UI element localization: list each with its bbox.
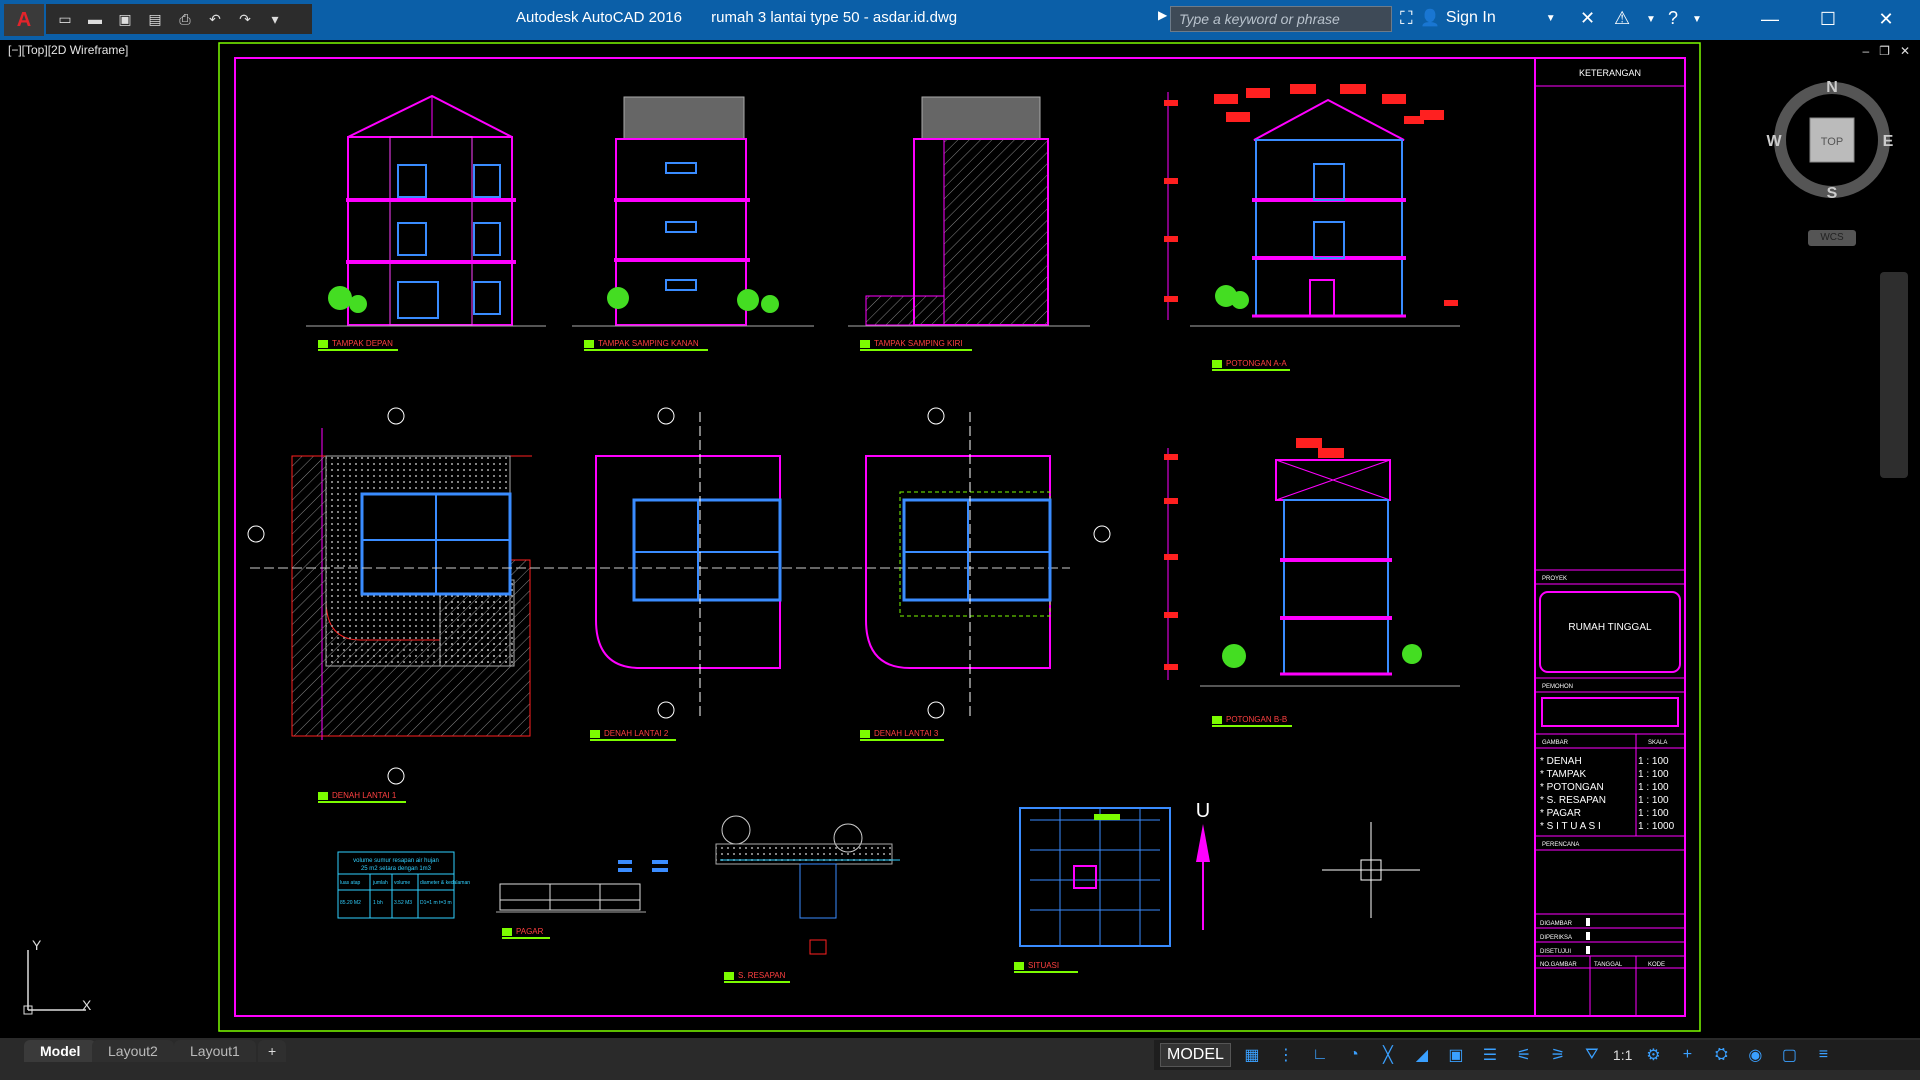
volume-table: volume sumur resapan air hujan 25 m2 set… bbox=[337, 851, 470, 919]
annotation-visibility-icon[interactable]: ⚟ bbox=[1511, 1045, 1537, 1065]
isolate-icon[interactable]: ⛭ bbox=[1708, 1046, 1734, 1064]
north-arrow: U bbox=[1196, 800, 1210, 930]
polar-icon[interactable]: ◔ bbox=[1341, 1046, 1367, 1064]
auto-scale-icon[interactable]: ⚞ bbox=[1545, 1045, 1571, 1065]
label-section-b: POTONGAN B-B bbox=[1226, 715, 1287, 724]
tab-layout1[interactable]: Layout1 bbox=[174, 1040, 256, 1062]
view-section-a: POTONGAN A-A bbox=[1164, 84, 1460, 371]
object-snap-tracking-icon[interactable]: ◢ bbox=[1409, 1045, 1435, 1065]
plus-icon[interactable]: + bbox=[1674, 1046, 1700, 1064]
tb-item-potongan: * POTONGAN bbox=[1540, 782, 1604, 793]
viewcube[interactable]: TOP N S E W bbox=[1762, 78, 1902, 218]
label-site: SITUASI bbox=[1028, 961, 1059, 970]
ucs-y-label: Y bbox=[32, 938, 42, 953]
view-floor-plan-2: DENAH LANTAI 2 bbox=[590, 407, 782, 741]
volume-header-1: luas atap bbox=[340, 880, 361, 886]
view-floor-plan-3: DENAH LANTAI 3 bbox=[860, 407, 1111, 741]
label-infiltration: S. RESAPAN bbox=[738, 971, 786, 980]
status-bar: MODEL ▦ ⋮ ∟ ◔ ╳ ◢ ▣ ☰ ⚟ ⚞ ⛛ 1:1 ⚙ + ⛭ ◉ … bbox=[1154, 1040, 1920, 1070]
compass-n[interactable]: N bbox=[1826, 79, 1838, 96]
ucs-x-label: X bbox=[82, 997, 92, 1013]
tb-item-resapan: * S. RESAPAN bbox=[1540, 795, 1606, 806]
view-left-elevation: TAMPAK SAMPING KIRI bbox=[848, 96, 1090, 351]
view-floor-plan-1: DENAH LANTAI 1 bbox=[247, 407, 1070, 803]
tb-item-pagar: * PAGAR bbox=[1540, 808, 1581, 819]
label-front: TAMPAK DEPAN bbox=[332, 339, 393, 348]
navigation-bar[interactable] bbox=[1880, 272, 1908, 478]
label-section-a: POTONGAN A-A bbox=[1226, 359, 1287, 368]
tb-digambar: DIGAMBAR bbox=[1540, 921, 1573, 927]
volume-cell-1: 85.20 M2 bbox=[340, 900, 361, 906]
compass-w[interactable]: W bbox=[1766, 133, 1782, 150]
tb-skala: SKALA bbox=[1648, 740, 1667, 746]
volume-header-2: jumlah bbox=[372, 880, 388, 886]
compass-e[interactable]: E bbox=[1883, 133, 1894, 150]
tb-kode: KODE bbox=[1648, 962, 1665, 968]
tb-scale-situasi: 1 : 1000 bbox=[1638, 821, 1675, 832]
view-right-elevation: TAMPAK SAMPING KANAN bbox=[572, 96, 814, 351]
tb-gambar: GAMBAR bbox=[1542, 740, 1569, 746]
tb-project-name: RUMAH TINGGAL bbox=[1568, 622, 1652, 633]
drawing-canvas[interactable]: TAMPAK DEPAN TAMPAK SAMPING KANAN TAMPAK… bbox=[0, 0, 1920, 1080]
tb-proyek: PROYEK bbox=[1542, 576, 1567, 582]
label-plan-2: DENAH LANTAI 2 bbox=[604, 729, 669, 738]
label-left: TAMPAK SAMPING KIRI bbox=[874, 339, 963, 348]
tb-scale-denah: 1 : 100 bbox=[1638, 756, 1669, 767]
label-fence: PAGAR bbox=[516, 927, 544, 936]
label-plan-3: DENAH LANTAI 3 bbox=[874, 729, 939, 738]
label-right: TAMPAK SAMPING KANAN bbox=[598, 339, 699, 348]
wcs-menu-button[interactable]: WCS bbox=[1808, 230, 1856, 246]
viewcube-face-label: TOP bbox=[1821, 136, 1843, 148]
view-site-plan: SITUASI bbox=[1014, 807, 1171, 973]
tb-keterangan: KETERANGAN bbox=[1579, 68, 1641, 78]
volume-title-1: volume sumur resapan air hujan bbox=[353, 858, 439, 864]
view-front-elevation: TAMPAK DEPAN bbox=[306, 94, 546, 351]
wcs-label: WCS bbox=[1820, 232, 1844, 243]
add-layout-button[interactable]: + bbox=[258, 1040, 287, 1062]
volume-title-2: 25 m2 setara dengan 1m3 bbox=[361, 866, 432, 872]
view-section-b: POTONGAN B-B bbox=[1164, 438, 1460, 727]
tb-diperiksa: DIPERIKSA bbox=[1540, 935, 1572, 941]
clean-screen-icon[interactable]: ▢ bbox=[1776, 1045, 1802, 1065]
label-plan-1: DENAH LANTAI 1 bbox=[332, 791, 397, 800]
tb-scale-tampak: 1 : 100 bbox=[1638, 769, 1669, 780]
snap-icon[interactable]: ⋮ bbox=[1273, 1045, 1299, 1065]
model-space-button[interactable]: MODEL bbox=[1160, 1043, 1231, 1067]
object-snap-icon[interactable]: ▣ bbox=[1443, 1045, 1469, 1065]
workspace-gear-icon[interactable]: ⚙ bbox=[1640, 1045, 1666, 1065]
tb-no-gambar: NO.GAMBAR bbox=[1540, 962, 1577, 968]
tb-disetujui: DISETUJUI bbox=[1540, 949, 1571, 955]
ucs-icon: Y X bbox=[23, 938, 92, 1015]
isodraft-icon[interactable]: ╳ bbox=[1375, 1045, 1401, 1065]
volume-cell-3: 3.52 M3 bbox=[394, 900, 412, 906]
tab-model[interactable]: Model bbox=[24, 1040, 97, 1062]
view-infiltration-well: S. RESAPAN bbox=[715, 815, 900, 983]
tb-tanggal: TANGGAL bbox=[1594, 962, 1623, 968]
annotation-scale-icon[interactable]: ⛛ bbox=[1579, 1046, 1605, 1064]
tab-layout2[interactable]: Layout2 bbox=[92, 1040, 174, 1062]
tb-item-tampak: * TAMPAK bbox=[1540, 769, 1586, 780]
volume-header-3: volume bbox=[394, 880, 410, 886]
compass-s[interactable]: S bbox=[1827, 185, 1838, 202]
customize-icon[interactable]: ≡ bbox=[1810, 1046, 1836, 1064]
tb-item-denah: * DENAH bbox=[1540, 756, 1582, 767]
volume-header-4: diameter & kedalaman bbox=[420, 880, 470, 886]
tb-scale-potongan: 1 : 100 bbox=[1638, 782, 1669, 793]
view-fence: PAGAR bbox=[496, 860, 668, 939]
tb-pemohon: PEMOHON bbox=[1542, 684, 1573, 690]
tb-scale-resapan: 1 : 100 bbox=[1638, 795, 1669, 806]
lineweight-icon[interactable]: ☰ bbox=[1477, 1045, 1503, 1065]
tb-perencana: PERENCANA bbox=[1542, 842, 1579, 848]
ortho-icon[interactable]: ∟ bbox=[1307, 1046, 1333, 1064]
crosshair-cursor bbox=[1322, 822, 1420, 918]
hardware-accel-icon[interactable]: ◉ bbox=[1742, 1045, 1768, 1065]
tb-item-situasi: * S I T U A S I bbox=[1540, 821, 1601, 832]
volume-cell-2: 1 bh bbox=[373, 900, 383, 906]
scale-readout[interactable]: 1:1 bbox=[1613, 1047, 1632, 1063]
tb-scale-pagar: 1 : 100 bbox=[1638, 808, 1669, 819]
grid-icon[interactable]: ▦ bbox=[1239, 1045, 1265, 1065]
volume-cell-4: D1=1 m t=3 m bbox=[420, 900, 452, 906]
title-block: KETERANGAN PROYEK RUMAH TINGGAL PEMOHON … bbox=[1534, 57, 1686, 1017]
north-label: U bbox=[1196, 800, 1210, 822]
